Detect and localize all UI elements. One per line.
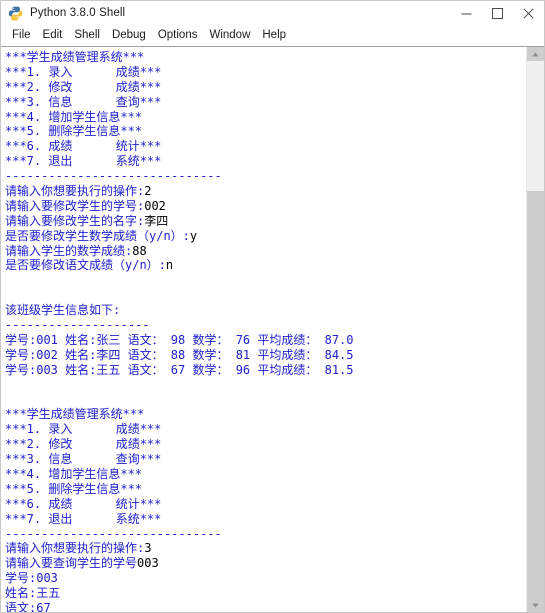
python-logo-icon xyxy=(8,6,23,20)
shell-line: ------------------------------ xyxy=(5,526,222,541)
python-shell-window: Python 3.8.0 Shell File Edit Shell Debug… xyxy=(0,0,545,613)
shell-input-echo: y xyxy=(189,228,198,243)
shell-line: 是否要修改学生数学成绩（y/n）:y xyxy=(5,228,198,243)
menu-item-help[interactable]: Help xyxy=(256,26,292,45)
shell-body: ***学生成绩管理系统*** ***1. 录入 成绩*** ***2. 修改 成绩*… xyxy=(1,46,544,612)
shell-line: ***3. 信息 查询*** xyxy=(5,94,162,109)
shell-input-echo: 2 xyxy=(144,184,152,199)
shell-line: ***6. 成绩 统计*** xyxy=(5,496,162,511)
shell-line: 请输入你想要执行的操作:3 xyxy=(5,541,152,556)
shell-line: ***4. 增加学生信息*** xyxy=(5,466,143,481)
shell-line: 学号:003 姓名:王五 语文： 67 数学： 96 平均成绩： 81.5 xyxy=(5,362,354,377)
title-bar: Python 3.8.0 Shell xyxy=(1,1,544,26)
shell-line: 请输入要修改学生的学号:002 xyxy=(5,198,166,213)
shell-line: 该班级学生信息如下: xyxy=(5,303,121,318)
shell-line: ***2. 修改 成绩*** xyxy=(5,437,162,452)
shell-line: ***7. 退出 系统*** xyxy=(5,511,162,526)
menu-item-file[interactable]: File xyxy=(6,26,37,45)
shell-line: 请输入要修改学生的名字:李四 xyxy=(5,213,169,228)
scroll-down-arrow-icon xyxy=(532,603,539,607)
shell-line: ***学生成绩管理系统*** xyxy=(5,50,145,64)
shell-input-echo: 88 xyxy=(132,243,147,258)
window-controls xyxy=(451,1,544,25)
shell-line: 请输入要查询学生的学号003 xyxy=(5,556,159,571)
maximize-icon xyxy=(492,7,503,19)
title-bar-left: Python 3.8.0 Shell xyxy=(1,6,451,21)
shell-line: 姓名:王五 xyxy=(5,586,61,601)
shell-line: ***3. 信息 查询*** xyxy=(5,452,162,467)
window-title: Python 3.8.0 Shell xyxy=(30,7,126,19)
minimize-button[interactable] xyxy=(451,1,482,25)
menu-item-options[interactable]: Options xyxy=(152,26,204,45)
scroll-up-arrow-icon xyxy=(532,52,539,56)
menu-item-debug[interactable]: Debug xyxy=(106,26,152,45)
shell-line: 语文:67 xyxy=(5,600,51,612)
shell-line: ***6. 成绩 统计*** xyxy=(5,139,162,154)
shell-line: ***2. 修改 成绩*** xyxy=(5,79,162,94)
shell-line: ***7. 退出 系统*** xyxy=(5,154,162,169)
maximize-button[interactable] xyxy=(482,1,513,25)
shell-line: 学号:002 姓名:李四 语文： 88 数学： 81 平均成绩： 84.5 xyxy=(5,347,354,362)
shell-input-echo: 003 xyxy=(137,556,159,571)
shell-line: 学号:001 姓名:张三 语文： 98 数学： 76 平均成绩： 87.0 xyxy=(5,332,354,347)
close-button[interactable] xyxy=(513,1,544,25)
shell-line: 请输入学生的数学成绩:88 xyxy=(5,243,147,258)
close-icon xyxy=(523,7,534,19)
shell-line: ***1. 录入 成绩*** xyxy=(5,64,162,79)
shell-input-echo: 3 xyxy=(144,541,152,556)
shell-input-echo: 002 xyxy=(144,198,166,213)
shell-input-echo: n xyxy=(165,258,174,273)
shell-line: -------------------- xyxy=(5,318,150,333)
shell-line: ***1. 录入 成绩*** xyxy=(5,422,162,437)
shell-line: ***5. 删除学生信息*** xyxy=(5,124,143,139)
shell-line: ***5. 删除学生信息*** xyxy=(5,481,143,496)
vertical-scrollbar[interactable] xyxy=(527,47,544,612)
shell-input-echo: 李四 xyxy=(144,213,169,228)
menu-item-window[interactable]: Window xyxy=(203,26,256,45)
menu-item-shell[interactable]: Shell xyxy=(68,26,106,45)
minimize-icon xyxy=(461,13,472,14)
menu-bar: File Edit Shell Debug Options Window Hel… xyxy=(1,26,544,46)
shell-line: 是否要修改语文成绩（y/n）:n xyxy=(5,258,174,273)
scroll-up-button[interactable] xyxy=(527,47,544,61)
scroll-down-button[interactable] xyxy=(527,598,544,612)
shell-line: ***4. 增加学生信息*** xyxy=(5,109,143,124)
shell-text-area[interactable]: ***学生成绩管理系统*** ***1. 录入 成绩*** ***2. 修改 成绩*… xyxy=(1,47,527,612)
scrollbar-thumb[interactable] xyxy=(527,47,544,191)
shell-line: ***学生成绩管理系统*** xyxy=(5,407,145,422)
shell-line: ------------------------------ xyxy=(5,169,222,184)
shell-line: 请输入你想要执行的操作:2 xyxy=(5,184,152,199)
menu-item-edit[interactable]: Edit xyxy=(37,26,69,45)
shell-line: 学号:003 xyxy=(5,571,58,586)
